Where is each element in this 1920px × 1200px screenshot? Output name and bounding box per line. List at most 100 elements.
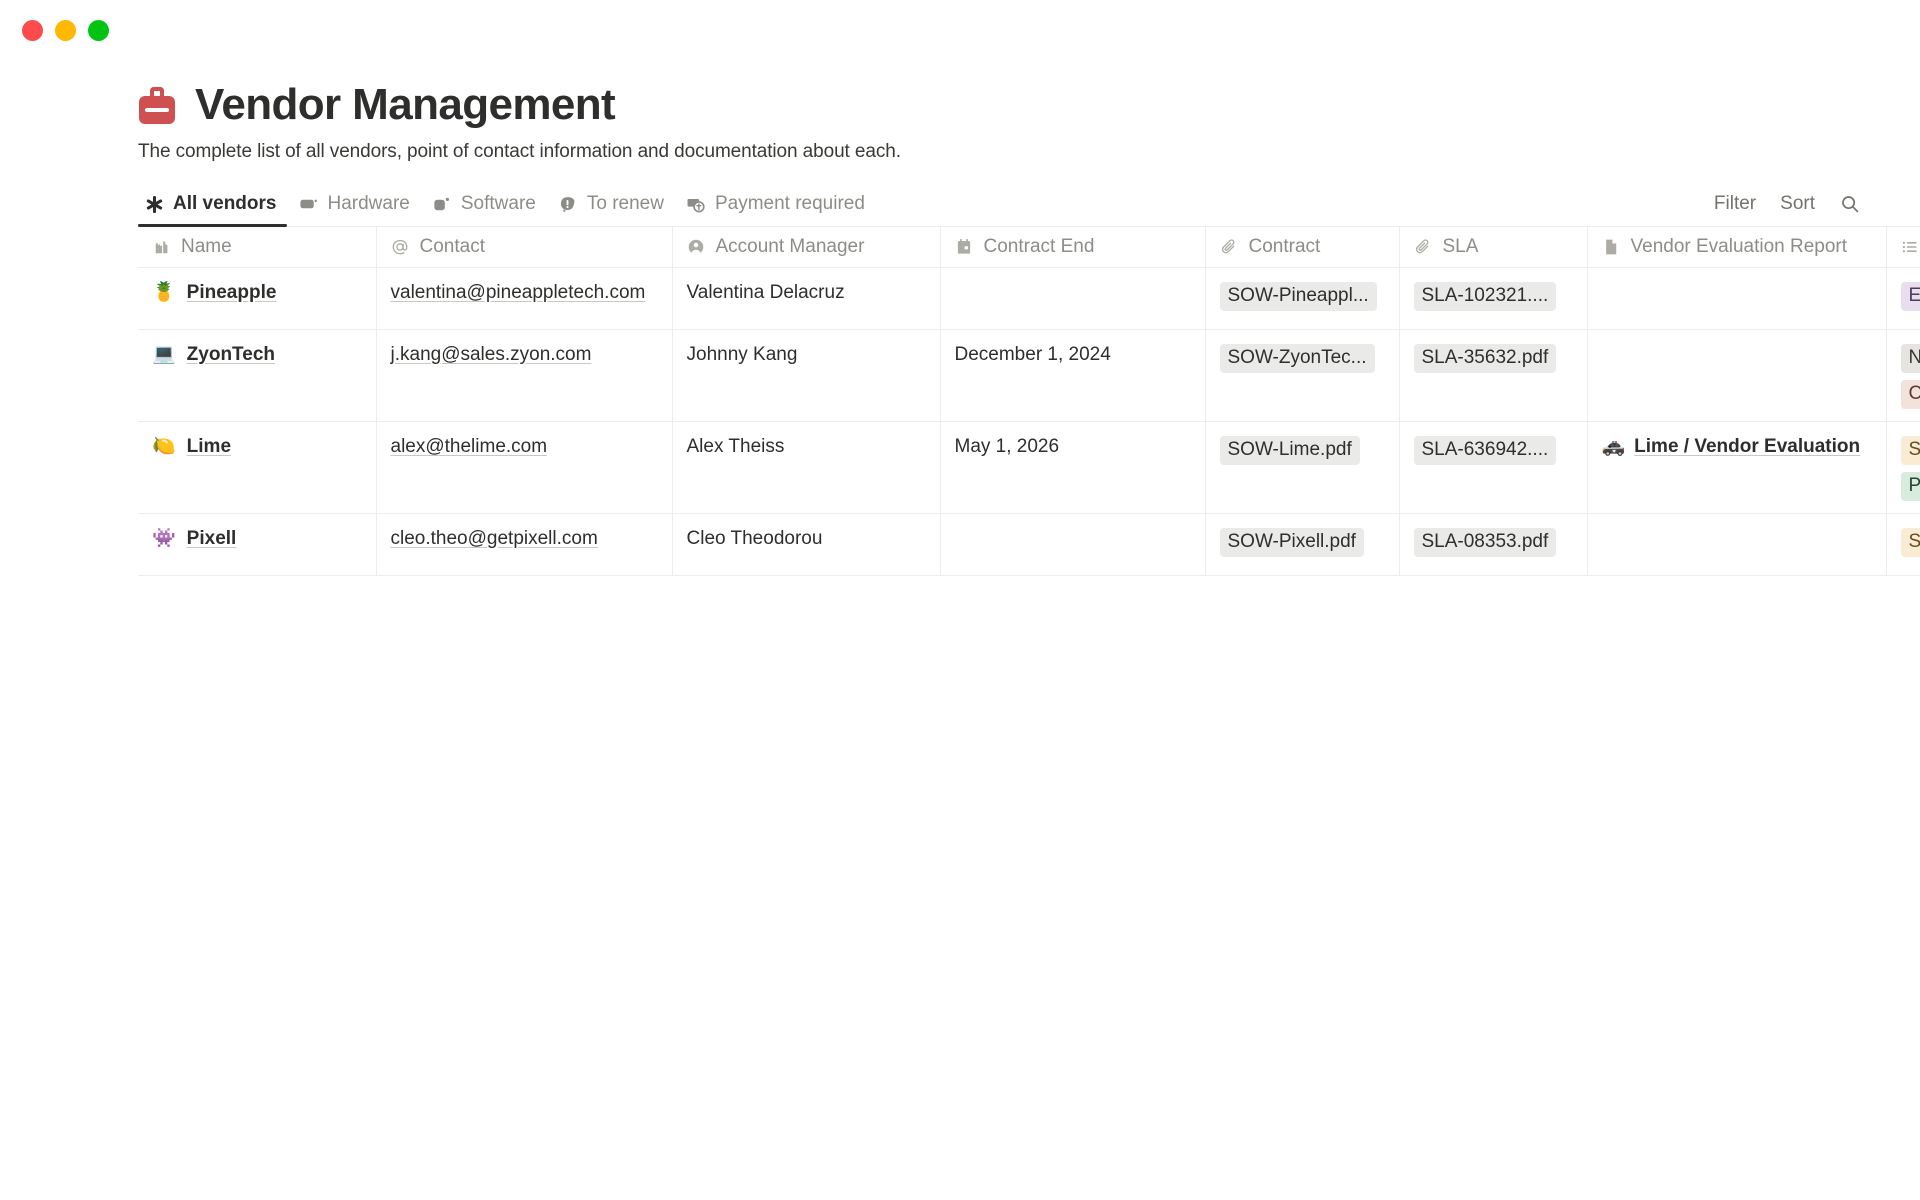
vendor-name-link[interactable]: Pineapple	[187, 282, 277, 304]
sort-button[interactable]: Sort	[1780, 193, 1815, 215]
column-header-label: Contract	[1248, 235, 1321, 257]
tag-pill[interactable]: Sof	[1900, 435, 1920, 465]
table-header-row: Name Contact Account Manager Contract En…	[138, 227, 1920, 268]
tab-hardware[interactable]: Hardware	[287, 193, 420, 226]
cell-contract-file[interactable]: SOW-Pineappl...	[1205, 267, 1400, 330]
cell-contact[interactable]: cleo.theo@getpixell.com	[376, 513, 673, 576]
list-icon	[1901, 237, 1920, 256]
tab-to-renew[interactable]: To renew	[547, 193, 675, 226]
cell-sla-file[interactable]: SLA-08353.pdf	[1399, 513, 1588, 576]
table-row[interactable]: 🍋 Lime alex@thelime.com Alex Theiss May 1, 2…	[138, 421, 1920, 514]
contact-email-link[interactable]: cleo.theo@getpixell.com	[391, 528, 598, 549]
column-header-account-manager[interactable]: Account Manager	[672, 227, 941, 268]
column-header-label: Name	[181, 235, 232, 257]
cell-name[interactable]: 👾 Pixell	[138, 513, 377, 576]
table-header: Name Contact Account Manager Contract En…	[138, 227, 1920, 268]
cell-vendor-evaluation-report[interactable]: 🚓 Lime / Vendor Evaluation	[1587, 421, 1887, 514]
maximize-window-button[interactable]	[88, 19, 109, 41]
contract-file-pill[interactable]: SOW-ZyonTec...	[1219, 343, 1375, 373]
tag-pill[interactable]: Net	[1900, 343, 1920, 373]
contract-file-pill[interactable]: SOW-Pineappl...	[1219, 281, 1377, 311]
table-row[interactable]: 🍍 Pineapple valentina@pineappletech.com Val…	[138, 267, 1920, 330]
account-manager-text: Johnny Kang	[686, 343, 798, 365]
tag-pill[interactable]: Cab	[1900, 379, 1920, 409]
tab-software[interactable]: Software	[421, 193, 547, 226]
cell-contract-end[interactable]: December 1, 2024	[940, 329, 1206, 422]
page-content: Vendor Management The complete list of a…	[0, 81, 1920, 576]
view-tab-bar: All vendors Hardware Software To renew P…	[138, 193, 1920, 228]
tag-list: Sof Proj	[1900, 435, 1920, 501]
cell-tags[interactable]: Net Cab	[1886, 329, 1920, 422]
column-header-vendor-evaluation-report[interactable]: Vendor Evaluation Report	[1587, 227, 1887, 268]
tab-all-vendors[interactable]: All vendors	[138, 193, 288, 228]
cell-account-manager[interactable]: Cleo Theodorou	[672, 513, 941, 576]
tab-payment-required[interactable]: Payment required	[675, 193, 876, 226]
column-header-tags[interactable]: T	[1886, 227, 1920, 268]
tab-label: To renew	[586, 193, 664, 215]
cell-contact[interactable]: valentina@pineappletech.com	[376, 267, 673, 330]
contact-email-link[interactable]: alex@thelime.com	[391, 436, 548, 457]
vendor-name-link[interactable]: Pixell	[187, 528, 237, 550]
account-manager-text: Cleo Theodorou	[686, 527, 823, 549]
view-tabs: All vendors Hardware Software To renew P…	[138, 193, 876, 228]
cell-contract-end[interactable]: May 1, 2026	[940, 421, 1206, 514]
cell-contract-end[interactable]	[940, 513, 1206, 576]
cell-vendor-evaluation-report[interactable]	[1587, 329, 1887, 422]
column-header-label: Vendor Evaluation Report	[1630, 235, 1848, 257]
contract-file-pill[interactable]: SOW-Pixell.pdf	[1219, 527, 1364, 557]
cell-name[interactable]: 💻 ZyonTech	[138, 329, 377, 422]
cell-tags[interactable]: Sof	[1886, 513, 1920, 576]
column-header-sla[interactable]: SLA	[1399, 227, 1588, 268]
vendor-emoji: 🍍	[152, 282, 176, 304]
close-window-button[interactable]	[22, 19, 43, 41]
cell-tags[interactable]: Sof Proj	[1886, 421, 1920, 514]
vendor-emoji: 👾	[152, 528, 176, 550]
cell-account-manager[interactable]: Johnny Kang	[672, 329, 941, 422]
search-icon[interactable]	[1839, 193, 1861, 215]
window-title-bar	[0, 0, 1920, 60]
cell-sla-file[interactable]: SLA-102321....	[1399, 267, 1588, 330]
cell-sla-file[interactable]: SLA-35632.pdf	[1399, 329, 1588, 422]
cell-contract-file[interactable]: SOW-ZyonTec...	[1205, 329, 1400, 422]
cell-contract-file[interactable]: SOW-Lime.pdf	[1205, 421, 1400, 514]
contact-email-link[interactable]: j.kang@sales.zyon.com	[391, 344, 592, 365]
sla-file-pill[interactable]: SLA-35632.pdf	[1413, 343, 1557, 373]
cell-tags[interactable]: Equ	[1886, 267, 1920, 330]
column-header-contract-end[interactable]: Contract End	[940, 227, 1206, 268]
cell-account-manager[interactable]: Alex Theiss	[672, 421, 941, 514]
tag-pill[interactable]: Proj	[1900, 471, 1920, 501]
table-row[interactable]: 👾 Pixell cleo.theo@getpixell.com Cleo Theod…	[138, 513, 1920, 576]
column-header-label: Contract End	[983, 235, 1095, 257]
vendor-name-link[interactable]: ZyonTech	[187, 344, 275, 366]
tag-pill[interactable]: Equ	[1900, 281, 1920, 311]
sla-file-pill[interactable]: SLA-636942....	[1413, 435, 1557, 465]
evaluation-report-link[interactable]: Lime / Vendor Evaluation	[1634, 436, 1860, 458]
sla-file-pill[interactable]: SLA-08353.pdf	[1413, 527, 1557, 557]
cell-account-manager[interactable]: Valentina Delacruz	[672, 267, 941, 330]
cell-name[interactable]: 🍍 Pineapple	[138, 267, 377, 330]
cell-vendor-evaluation-report[interactable]	[1587, 267, 1887, 330]
cell-contract-file[interactable]: SOW-Pixell.pdf	[1205, 513, 1400, 576]
cell-contract-end[interactable]	[940, 267, 1206, 330]
minimize-window-button[interactable]	[55, 19, 76, 41]
briefcase-icon	[138, 86, 176, 125]
cell-name[interactable]: 🍋 Lime	[138, 421, 377, 514]
cell-vendor-evaluation-report[interactable]	[1587, 513, 1887, 576]
tab-label: All vendors	[173, 193, 277, 215]
column-header-name[interactable]: Name	[138, 227, 377, 268]
vendor-name-link[interactable]: Lime	[187, 436, 231, 458]
alert-icon	[558, 194, 578, 214]
column-header-contract[interactable]: Contract	[1205, 227, 1400, 268]
table-row[interactable]: 💻 ZyonTech j.kang@sales.zyon.com Johnny Kan…	[138, 329, 1920, 422]
contract-end-date: May 1, 2026	[954, 435, 1060, 457]
sla-file-pill[interactable]: SLA-102321....	[1413, 281, 1557, 311]
contract-file-pill[interactable]: SOW-Lime.pdf	[1219, 435, 1360, 465]
cell-contact[interactable]: alex@thelime.com	[376, 421, 673, 514]
tag-pill[interactable]: Sof	[1900, 527, 1920, 557]
cell-sla-file[interactable]: SLA-636942....	[1399, 421, 1588, 514]
column-header-contact[interactable]: Contact	[376, 227, 673, 268]
filter-button[interactable]: Filter	[1714, 193, 1756, 215]
cell-contact[interactable]: j.kang@sales.zyon.com	[376, 329, 673, 422]
contact-email-link[interactable]: valentina@pineappletech.com	[391, 282, 646, 303]
tag-list: Sof	[1900, 527, 1920, 557]
